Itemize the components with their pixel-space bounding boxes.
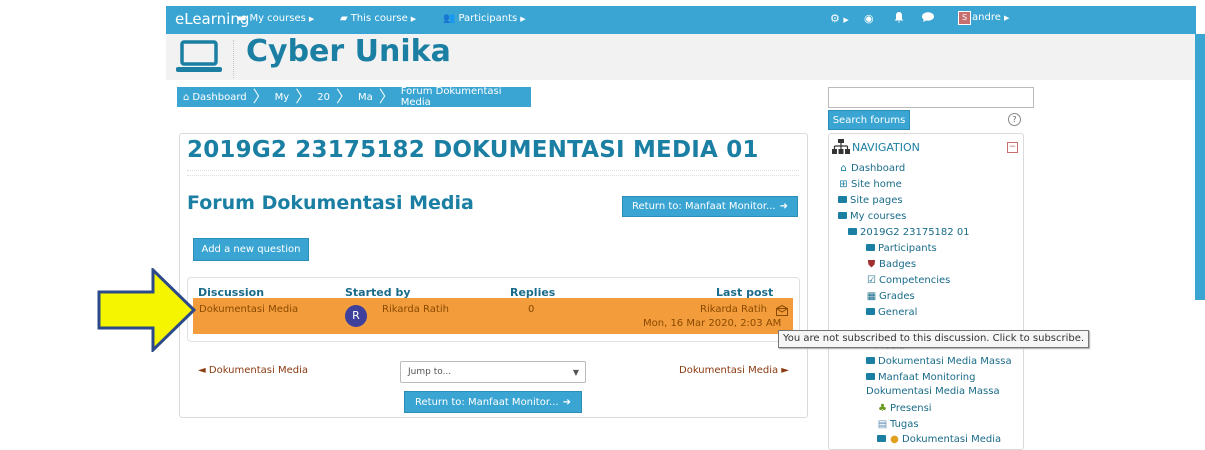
sign-in-icon: ➜ xyxy=(562,396,571,408)
navigation-title: NAVIGATION xyxy=(852,141,920,154)
breadcrumb-separator-icon: 〉 xyxy=(335,87,352,106)
folder-open-icon xyxy=(838,212,847,219)
nav-dokumentasi-media-massa[interactable]: Dokumentasi Media Massa xyxy=(866,356,1012,367)
nav-competencies[interactable]: ☑ Competencies xyxy=(866,275,950,286)
jump-to-select[interactable]: Jump to... ▼ xyxy=(400,361,586,383)
chat-icon[interactable] xyxy=(922,12,934,25)
nav-participants-item[interactable]: Participants xyxy=(866,243,937,254)
breadcrumb-my[interactable]: My xyxy=(269,87,296,107)
nav-participants[interactable]: 👥 Participants ▶ xyxy=(443,13,526,24)
subscribe-tooltip: You are not subscribed to this discussio… xyxy=(778,330,1090,348)
sitemap-small-icon: ⊞ xyxy=(839,179,848,190)
last-post-date[interactable]: Mon, 16 Mar 2020, 2:03 AM xyxy=(643,318,781,329)
assignment-icon: ▤ xyxy=(877,419,888,430)
forum-icon: ● xyxy=(890,434,899,445)
users-icon: 👥 xyxy=(443,13,456,24)
breadcrumb-separator-icon: 〉 xyxy=(295,87,312,106)
attendance-icon: ♣ xyxy=(878,403,887,414)
collapse-icon[interactable]: − xyxy=(1007,142,1018,153)
user-avatar[interactable]: S xyxy=(958,11,971,25)
folder-icon xyxy=(866,244,875,251)
nav-site-home[interactable]: ⊞ Site home xyxy=(838,179,901,190)
last-post-author[interactable]: Rikarda Ratih xyxy=(700,304,767,315)
caret-icon: ▶ xyxy=(410,14,417,23)
nav-this-course[interactable]: ▰ This course ▶ xyxy=(340,13,416,24)
home-icon: ⌂ xyxy=(840,163,847,174)
folder-open-icon xyxy=(866,373,875,380)
search-forums-button[interactable]: Search forums xyxy=(828,110,910,130)
next-discussion-link[interactable]: Dokumentasi Media ► xyxy=(679,365,789,376)
navbar-bar xyxy=(166,6,1196,34)
forum-title: Forum Dokumentasi Media xyxy=(187,192,474,214)
nav-dokumentasi-media[interactable]: ● Dokumentasi Media xyxy=(877,434,1001,445)
caret-icon: ▶ xyxy=(308,14,315,23)
previous-discussion-link[interactable]: ◄ Dokumentasi Media xyxy=(198,365,308,376)
add-question-button[interactable]: Add a new question xyxy=(193,238,309,261)
help-icon[interactable]: ? xyxy=(1008,113,1021,126)
folder-open-icon xyxy=(848,228,857,235)
monitor-icon: ▬ xyxy=(237,13,247,24)
checkbox-icon: ☑ xyxy=(867,275,876,286)
discussion-link[interactable]: Dokumentasi Media xyxy=(199,304,298,315)
course-title: 2019G2 23175182 DOKUMENTASI MEDIA 01 xyxy=(187,137,759,163)
breadcrumb-dashboard[interactable]: ⌂ Dashboard xyxy=(177,87,253,107)
nav-manfaat-monitoring-line2[interactable]: Dokumentasi Media Massa xyxy=(866,386,1000,397)
nav-tugas[interactable]: ▤ Tugas xyxy=(877,419,919,430)
header-divider xyxy=(233,40,234,78)
nav-grades[interactable]: ▦ Grades xyxy=(866,291,915,302)
chevron-down-icon: ▼ xyxy=(572,367,579,377)
nav-manfaat-monitoring[interactable]: Manfaat Monitoring xyxy=(866,372,975,383)
user-menu[interactable]: andre ▶ xyxy=(972,12,1009,23)
folder-icon xyxy=(877,435,886,442)
home-icon: ⌂ xyxy=(183,91,190,103)
settings-menu-icon[interactable]: ⚙ ▶ xyxy=(830,12,849,25)
nav-badges[interactable]: ⛊ Badges xyxy=(866,259,916,270)
title-divider xyxy=(187,170,799,176)
folder-icon xyxy=(866,357,875,364)
bell-icon[interactable] xyxy=(894,12,904,26)
breadcrumb: ⌂ Dashboard 〉 My 〉 20 〉 Ma 〉 Forum Dokum… xyxy=(177,86,531,108)
nav-dashboard[interactable]: ⌂ Dashboard xyxy=(838,163,905,174)
breadcrumb-separator-icon: 〉 xyxy=(252,87,269,106)
search-forums-input[interactable] xyxy=(828,87,1034,108)
breadcrumb-20[interactable]: 20 xyxy=(311,87,336,107)
subscribe-envelope-icon[interactable] xyxy=(775,304,789,319)
nav-presensi[interactable]: ♣ Presensi xyxy=(877,403,932,414)
page-scroll-edge xyxy=(1195,34,1205,300)
caret-icon: ▶ xyxy=(520,14,526,23)
nav-site-pages[interactable]: Site pages xyxy=(838,195,903,206)
avatar[interactable]: R xyxy=(345,305,367,327)
nav-my-courses-item[interactable]: My courses xyxy=(838,211,906,222)
folder-icon xyxy=(838,196,847,203)
folder-icon xyxy=(866,308,875,315)
sign-in-icon: ➜ xyxy=(779,201,788,212)
replies-count[interactable]: 0 xyxy=(528,304,534,315)
shield-icon: ⛊ xyxy=(867,259,876,270)
breadcrumb-ma[interactable]: Ma xyxy=(352,87,379,107)
started-by-link[interactable]: Rikarda Ratih xyxy=(382,304,449,315)
bottom-return-button[interactable]: Return to: Manfaat Monitor... ➜ xyxy=(404,391,582,413)
nav-course[interactable]: 2019G2 23175182 01 xyxy=(848,227,970,238)
breadcrumb-separator-icon: 〉 xyxy=(378,87,395,106)
target-icon[interactable]: ◉ xyxy=(864,12,874,25)
pointer-arrow-icon xyxy=(97,266,197,355)
sitemap-icon xyxy=(832,139,850,157)
breadcrumb-forum[interactable]: Forum Dokumentasi Media xyxy=(395,86,531,108)
laptop-icon xyxy=(176,40,222,77)
nav-my-courses[interactable]: ▬ My courses ▶ xyxy=(237,13,314,24)
book-icon: ▰ xyxy=(340,13,348,24)
nav-general[interactable]: General xyxy=(866,307,917,318)
table-icon: ▦ xyxy=(866,291,877,302)
site-title[interactable]: Cyber Unika xyxy=(246,34,451,69)
return-button[interactable]: Return to: Manfaat Monitor... ➜ xyxy=(622,196,798,217)
